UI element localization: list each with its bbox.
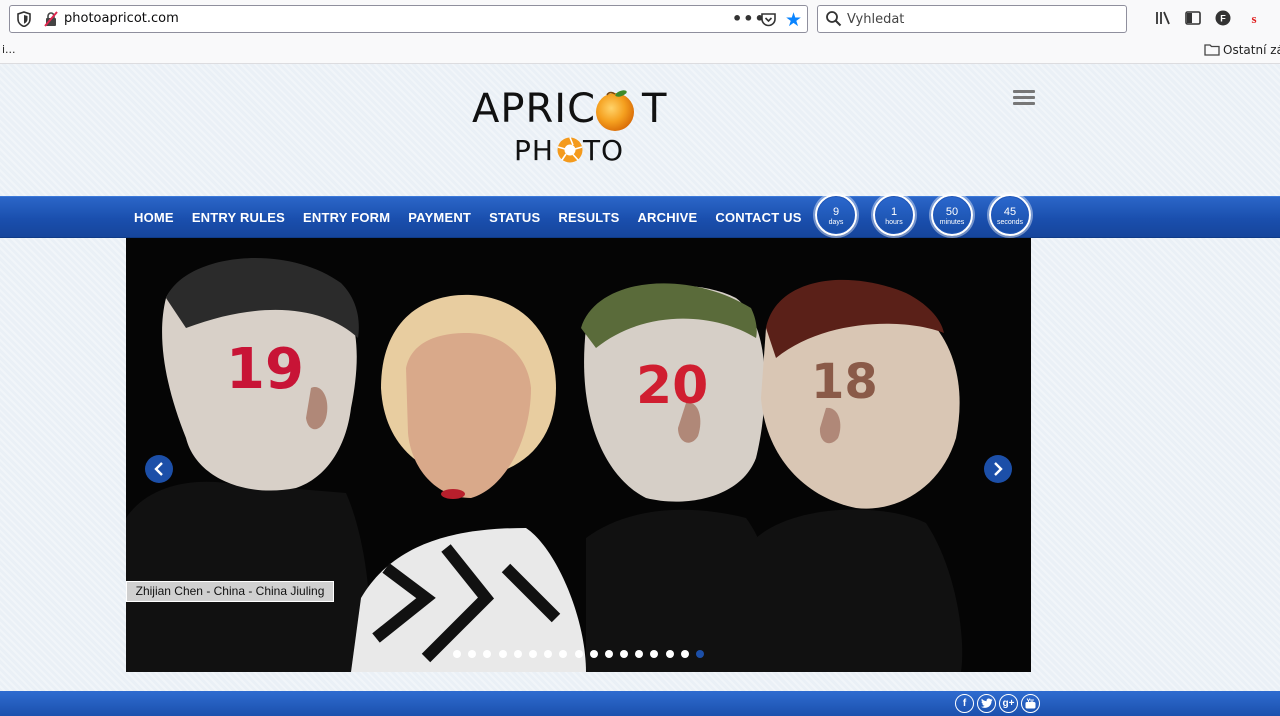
bookmarks-bar: i... Ostatní zálo <box>0 38 1280 64</box>
image-slider: 19 20 18 Zhijian Chen - China - China Ji… <box>126 238 1031 672</box>
extension-icon[interactable]: s <box>1245 9 1263 27</box>
slider-dot[interactable] <box>604 650 613 658</box>
site-logo[interactable]: APRIC T PH TO <box>472 84 672 174</box>
facebook-icon[interactable]: f <box>955 694 974 713</box>
countdown-days: 9 days <box>815 194 857 236</box>
nav-contact-us[interactable]: CONTACT US <box>706 197 810 239</box>
nav-entry-form[interactable]: ENTRY FORM <box>294 197 399 239</box>
slider-dot[interactable] <box>498 650 507 658</box>
sidebar-icon[interactable] <box>1184 9 1202 27</box>
countdown-minutes-value: 50 <box>945 206 959 218</box>
hamburger-menu-icon[interactable] <box>1013 90 1035 106</box>
slider-dot[interactable] <box>528 650 537 658</box>
slider-dot[interactable] <box>468 650 477 658</box>
browser-toolbar: photoapricot.com ••• ★ Vyhledat F s <box>0 0 1280 38</box>
pocket-icon[interactable] <box>760 11 777 28</box>
countdown-days-value: 9 <box>832 206 840 218</box>
nav-archive[interactable]: ARCHIVE <box>628 197 706 239</box>
nav-results[interactable]: RESULTS <box>549 197 628 239</box>
slider-dot[interactable] <box>635 650 644 658</box>
slider-dot[interactable] <box>680 650 689 658</box>
chevron-right-icon <box>994 462 1003 476</box>
search-bar[interactable]: Vyhledat <box>817 5 1127 33</box>
main-navbar: HOME ENTRY RULES ENTRY FORM PAYMENT STAT… <box>0 194 1280 239</box>
countdown-hours-unit: hours <box>885 219 903 226</box>
slider-dot[interactable] <box>589 650 598 658</box>
countdown-minutes-unit: minutes <box>939 219 965 226</box>
countdown-minutes: 50 minutes <box>931 194 973 236</box>
folder-icon <box>1204 44 1220 56</box>
slide-number-20: 20 <box>636 356 708 416</box>
insecure-lock-icon[interactable] <box>43 11 59 27</box>
nav-payment[interactable]: PAYMENT <box>399 197 480 239</box>
account-icon[interactable]: F <box>1214 9 1232 27</box>
slider-next-button[interactable] <box>984 455 1012 483</box>
slider-pagination <box>453 650 711 658</box>
slider-dot[interactable] <box>559 650 568 658</box>
twitter-icon[interactable] <box>977 694 996 713</box>
url-text[interactable]: photoapricot.com <box>64 11 179 26</box>
slider-dot[interactable] <box>513 650 522 658</box>
chevron-left-icon <box>154 462 163 476</box>
google-plus-icon[interactable]: g+ <box>999 694 1018 713</box>
url-bar[interactable]: photoapricot.com ••• ★ <box>9 5 808 33</box>
aperture-icon <box>557 137 583 163</box>
shield-icon[interactable] <box>17 11 31 27</box>
slider-dot-active[interactable] <box>696 650 704 658</box>
slider-dot[interactable] <box>544 650 553 658</box>
countdown-seconds-value: 45 <box>1003 206 1017 218</box>
search-input[interactable]: Vyhledat <box>847 12 904 27</box>
countdown-seconds: 45 seconds <box>989 194 1031 236</box>
nav-home[interactable]: HOME <box>125 197 183 239</box>
countdown-days-unit: days <box>828 219 844 226</box>
apricot-fruit-icon <box>596 90 634 131</box>
slider-dot[interactable] <box>665 650 674 658</box>
bookmark-item[interactable]: i... <box>2 43 16 56</box>
footer-bar: f g+ <box>0 691 1280 716</box>
other-bookmarks[interactable]: Ostatní zálo <box>1223 43 1280 57</box>
logo-apricot-text: APRIC T <box>472 86 668 132</box>
svg-text:s: s <box>1251 11 1256 26</box>
countdown-hours-value: 1 <box>890 206 898 218</box>
library-icon[interactable] <box>1154 9 1172 27</box>
svg-text:F: F <box>1220 14 1226 24</box>
slider-prev-button[interactable] <box>145 455 173 483</box>
search-icon <box>826 11 842 27</box>
slider-dot[interactable] <box>574 650 583 658</box>
slide-number-18: 18 <box>811 354 878 410</box>
slide-caption: Zhijian Chen - China - China Jiuling <box>126 581 334 602</box>
slider-dot[interactable] <box>453 650 461 658</box>
nav-status[interactable]: STATUS <box>480 197 549 239</box>
youtube-icon[interactable] <box>1021 694 1040 713</box>
countdown-hours: 1 hours <box>873 194 915 236</box>
bookmark-star-icon[interactable]: ★ <box>785 9 802 31</box>
page: APRIC T PH TO HOME ENTRY RULES ENTRY FOR… <box>0 64 1280 716</box>
nav-list: HOME ENTRY RULES ENTRY FORM PAYMENT STAT… <box>125 197 811 239</box>
slide-image: 19 20 18 <box>126 238 1031 672</box>
countdown-seconds-unit: seconds <box>996 219 1024 226</box>
slider-dot[interactable] <box>650 650 659 658</box>
slider-dot[interactable] <box>483 650 492 658</box>
slider-dot[interactable] <box>620 650 629 658</box>
slide-number-19: 19 <box>226 337 304 402</box>
nav-entry-rules[interactable]: ENTRY RULES <box>183 197 294 239</box>
